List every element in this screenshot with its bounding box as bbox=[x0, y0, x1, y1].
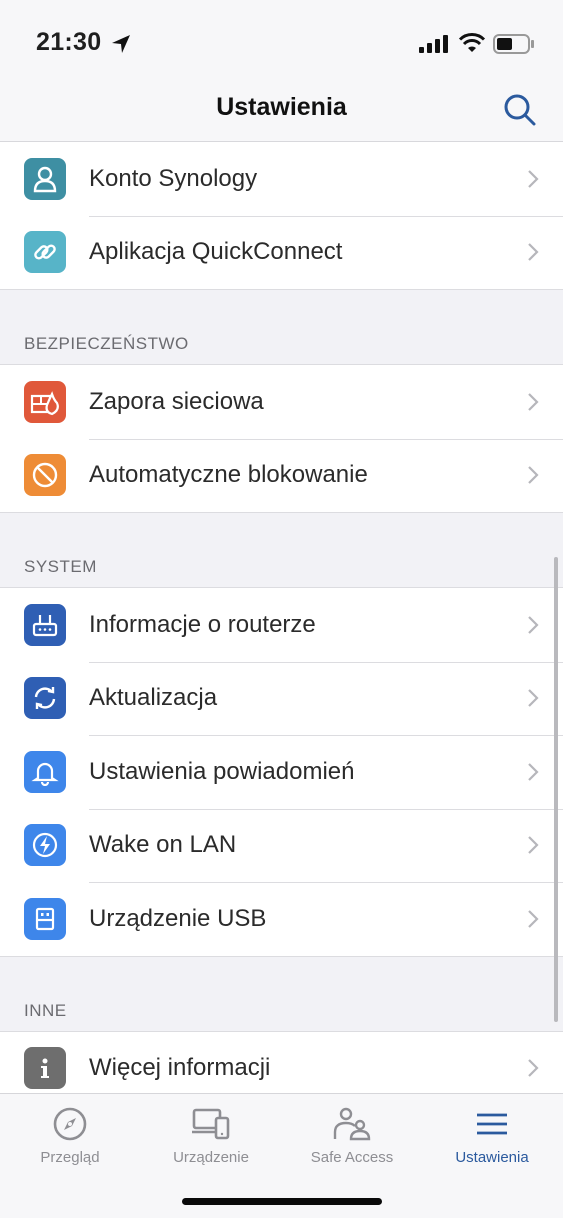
tab-devices[interactable]: Urządzenie bbox=[141, 1094, 281, 1174]
location-arrow-icon bbox=[112, 35, 130, 53]
family-icon bbox=[333, 1107, 371, 1141]
settings-item-update[interactable]: Aktualizacja bbox=[0, 661, 563, 736]
page-title: Ustawienia bbox=[216, 93, 347, 121]
section-header-label: SYSTEM bbox=[24, 557, 97, 576]
chevron-right-icon bbox=[528, 909, 539, 928]
home-indicator[interactable] bbox=[182, 1198, 382, 1205]
chevron-right-icon bbox=[528, 1059, 539, 1078]
status-time: 21:30 bbox=[36, 28, 102, 56]
chevron-right-icon bbox=[528, 243, 539, 262]
settings-item-label: Konto Synology bbox=[89, 164, 258, 192]
lightning-icon bbox=[24, 824, 66, 867]
tab-label: Urządzenie bbox=[173, 1149, 249, 1166]
chevron-right-icon bbox=[528, 466, 539, 485]
battery-icon bbox=[493, 34, 534, 54]
settings-item-more-info[interactable]: Więcej informacji bbox=[0, 1032, 563, 1095]
section-header-security: BEZPIECZEŃSTWO bbox=[0, 290, 563, 364]
info-icon bbox=[24, 1047, 66, 1090]
user-icon bbox=[24, 157, 66, 200]
settings-item-label: Ustawienia powiadomień bbox=[89, 757, 355, 785]
devices-icon bbox=[192, 1108, 230, 1140]
tab-safe-access[interactable]: Safe Access bbox=[282, 1094, 422, 1174]
scrollbar[interactable] bbox=[554, 557, 558, 1022]
section-header-other: INNE bbox=[0, 957, 563, 1031]
settings-item-firewall[interactable]: Zapora sieciowa bbox=[0, 365, 563, 439]
link-icon bbox=[24, 231, 66, 274]
wifi-icon bbox=[458, 33, 486, 52]
section-header-label: BEZPIECZEŃSTWO bbox=[24, 334, 189, 353]
bell-icon bbox=[24, 750, 66, 793]
chevron-right-icon bbox=[528, 169, 539, 188]
settings-item-label: Informacje o routerze bbox=[89, 610, 316, 638]
group-system: Informacje o routerze Aktualizacja Ustaw… bbox=[0, 587, 563, 957]
firewall-icon bbox=[24, 380, 66, 423]
settings-item-notifications[interactable]: Ustawienia powiadomień bbox=[0, 735, 563, 809]
chevron-right-icon bbox=[528, 392, 539, 411]
group-account: Konto Synology Aplikacja QuickConnect bbox=[0, 142, 563, 290]
settings-item-label: Aktualizacja bbox=[89, 684, 218, 712]
chevron-right-icon bbox=[528, 615, 539, 634]
settings-item-label: Urządzenie USB bbox=[89, 904, 267, 932]
settings-item-wake-on-lan[interactable]: Wake on LAN bbox=[0, 808, 563, 883]
settings-item-router-info[interactable]: Informacje o routerze bbox=[0, 588, 563, 662]
chevron-right-icon bbox=[528, 836, 539, 855]
tab-label: Ustawienia bbox=[455, 1149, 529, 1166]
router-icon bbox=[24, 603, 66, 646]
search-button[interactable] bbox=[500, 90, 540, 130]
settings-item-usb-device[interactable]: Urządzenie USB bbox=[0, 882, 563, 956]
tab-settings[interactable]: Ustawienia bbox=[422, 1094, 562, 1174]
settings-item-label: Wake on LAN bbox=[89, 831, 237, 859]
signal-icon bbox=[419, 35, 448, 53]
tab-overview[interactable]: Przegląd bbox=[0, 1094, 140, 1174]
settings-item-label: Zapora sieciowa bbox=[89, 387, 264, 415]
settings-item-label: Automatyczne blokowanie bbox=[89, 461, 368, 489]
refresh-icon bbox=[24, 677, 66, 720]
group-security: Zapora sieciowa Automatyczne blokowanie bbox=[0, 364, 563, 513]
chevron-right-icon bbox=[528, 762, 539, 781]
block-icon bbox=[24, 454, 66, 497]
search-icon bbox=[504, 94, 536, 126]
settings-item-label: Aplikacja QuickConnect bbox=[89, 238, 343, 266]
menu-icon bbox=[477, 1113, 507, 1135]
compass-icon bbox=[53, 1107, 87, 1141]
tab-label: Przegląd bbox=[40, 1149, 100, 1166]
settings-item-quickconnect[interactable]: Aplikacja QuickConnect bbox=[0, 215, 563, 290]
section-header-system: SYSTEM bbox=[0, 513, 563, 587]
settings-list[interactable]: Konto Synology Aplikacja QuickConnect BE… bbox=[0, 142, 563, 1094]
settings-item-synology-account[interactable]: Konto Synology bbox=[0, 142, 563, 216]
settings-item-label: Więcej informacji bbox=[89, 1054, 271, 1082]
nav-header: Ustawienia bbox=[0, 80, 563, 142]
tab-label: Safe Access bbox=[310, 1149, 394, 1166]
chevron-right-icon bbox=[528, 689, 539, 708]
usb-icon bbox=[24, 897, 66, 940]
group-other: Więcej informacji bbox=[0, 1030, 563, 1095]
settings-item-auto-block[interactable]: Automatyczne blokowanie bbox=[0, 438, 563, 513]
section-header-label: INNE bbox=[24, 1000, 67, 1020]
status-bar: 21:30 bbox=[0, 0, 563, 80]
